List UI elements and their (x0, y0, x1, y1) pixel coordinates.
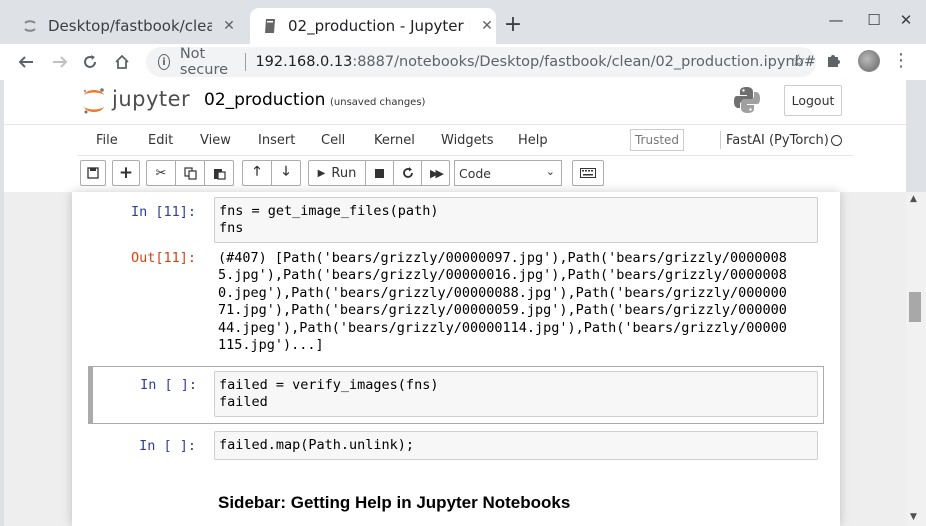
python-logo-icon (734, 87, 760, 113)
address-bar[interactable]: i Not secure 192.168.0.13:8887/notebooks… (146, 46, 816, 78)
command-palette-button[interactable] (572, 160, 604, 186)
scroll-up-arrow-icon[interactable]: ▲ (910, 194, 917, 204)
maximize-icon[interactable]: ☐ (864, 11, 884, 29)
code-cell[interactable]: In [11]: fns = get_image_files(path) fns… (88, 192, 824, 362)
stop-icon (375, 168, 384, 178)
page-content: jupyter 02_production (unsaved changes) … (4, 80, 906, 526)
page-scrollbar[interactable]: ▲ ▼ (906, 192, 926, 526)
menu-insert[interactable]: Insert (258, 133, 295, 148)
menu-kernel[interactable]: Kernel (374, 133, 415, 148)
notebook-toolbar: + ✂ 🡑 🡓 ▶ Run ▶▶ Code ⌄ (78, 160, 854, 186)
move-down-button[interactable]: 🡓 (271, 160, 301, 186)
output-prompt: Out[11]: (130, 250, 196, 266)
code-cell[interactable]: In [ ]: failed.map(Path.unlink); (88, 428, 824, 468)
cell-output: (#407) [Path('bears/grizzly/00000097.jpg… (218, 250, 787, 354)
play-icon: ▶ (317, 167, 326, 179)
code-input[interactable]: fns = get_image_files(path) fns (214, 197, 818, 243)
menu-edit[interactable]: Edit (148, 133, 173, 148)
notebook-menubar: File Edit View Insert Cell Kernel Widget… (78, 125, 854, 155)
copy-icon (183, 166, 197, 180)
menu-help[interactable]: Help (518, 133, 548, 148)
keyboard-icon (580, 168, 596, 178)
close-window-icon[interactable]: ✕ (896, 11, 916, 29)
browser-tab-strip: Desktop/fastbook/clean/ ✕ 02_production … (0, 0, 926, 44)
back-arrow-icon[interactable] (14, 50, 38, 74)
save-button[interactable] (80, 160, 106, 186)
tab-02-production[interactable]: 02_production - Jupyter N ✕ (250, 8, 496, 44)
reload-icon[interactable] (78, 50, 102, 74)
cell-type-select[interactable]: Code ⌄ (454, 160, 562, 186)
forward-arrow-icon[interactable] (48, 50, 72, 74)
code-input[interactable]: failed = verify_images(fns) failed (214, 371, 818, 417)
move-up-button[interactable]: 🡑 (242, 160, 272, 186)
menu-widgets[interactable]: Widgets (441, 133, 494, 148)
url-host: 192.168.0.13 (255, 54, 353, 70)
paste-button[interactable] (204, 160, 234, 186)
save-icon (87, 167, 99, 179)
scrollbar-thumb[interactable] (909, 292, 921, 322)
divider (78, 155, 854, 156)
close-icon[interactable]: ✕ (478, 18, 496, 34)
interrupt-button[interactable] (365, 160, 394, 186)
code-input[interactable]: failed.map(Path.unlink); (214, 431, 818, 460)
scroll-down-arrow-icon[interactable]: ▼ (910, 512, 917, 522)
notebook-name[interactable]: 02_production (204, 90, 325, 110)
home-icon[interactable] (110, 50, 134, 74)
arrow-down-icon: 🡓 (282, 164, 290, 179)
browser-toolbar: i Not secure 192.168.0.13:8887/notebooks… (0, 44, 926, 80)
divider (720, 131, 721, 149)
kebab-menu-icon[interactable]: ⋮ (892, 50, 910, 71)
trusted-indicator[interactable]: Trusted (630, 129, 684, 151)
scissors-icon: ✂ (155, 165, 167, 181)
notebook-favicon-icon (262, 18, 278, 34)
restart-icon (402, 167, 413, 178)
profile-avatar[interactable] (858, 50, 880, 72)
arrow-up-icon: 🡑 (253, 164, 261, 179)
chevron-down-icon: ⌄ (545, 165, 555, 178)
logout-button[interactable]: Logout (784, 85, 842, 116)
url-path: :8887/notebooks/Desktop/fastbook/clean/0… (352, 54, 816, 70)
jupyter-favicon-icon (22, 18, 38, 34)
bookmark-star-icon[interactable]: ☆ (791, 51, 806, 71)
jupyter-logo-text: jupyter (112, 87, 191, 111)
copy-button[interactable] (175, 160, 205, 186)
markdown-heading: Sidebar: Getting Help in Jupyter Noteboo… (218, 493, 571, 512)
cut-button[interactable]: ✂ (146, 160, 176, 186)
notebook-container: In [11]: fns = get_image_files(path) fns… (72, 192, 840, 526)
input-prompt: In [11]: (130, 204, 196, 220)
restart-run-all-button[interactable]: ▶▶ (421, 160, 450, 186)
menu-view[interactable]: View (200, 133, 231, 148)
run-button[interactable]: ▶ Run (308, 160, 366, 186)
restart-button[interactable] (393, 160, 422, 186)
tab-title: Desktop/fastbook/clean/ (48, 17, 212, 35)
cell-type-value: Code (459, 165, 492, 181)
kernel-status-indicator (831, 135, 842, 146)
close-icon[interactable]: ✕ (220, 18, 238, 34)
security-status: Not secure (179, 46, 229, 78)
info-icon[interactable]: i (158, 54, 170, 70)
minimize-icon[interactable]: — (826, 11, 846, 29)
save-status: (unsaved changes) (330, 97, 426, 108)
jupyter-logo-icon[interactable] (82, 87, 106, 115)
divider (244, 53, 246, 71)
plus-icon: + (118, 163, 134, 183)
insert-cell-button[interactable]: + (112, 160, 140, 186)
kernel-name[interactable]: FastAI (PyTorch) (726, 133, 829, 148)
new-tab-button[interactable]: + (502, 14, 524, 36)
code-cell-selected[interactable]: In [ ]: failed = verify_images(fns) fail… (88, 366, 824, 424)
input-prompt: In [ ]: (140, 377, 197, 393)
menu-cell[interactable]: Cell (321, 133, 345, 148)
run-label: Run (331, 165, 357, 181)
fast-forward-icon: ▶▶ (430, 166, 444, 180)
jupyter-header: jupyter 02_production (unsaved changes) … (4, 80, 906, 192)
tab-desktop-fastbook[interactable]: Desktop/fastbook/clean/ ✕ (14, 8, 246, 44)
menu-file[interactable]: File (96, 133, 118, 148)
input-prompt: In [ ]: (139, 438, 196, 454)
tab-title: 02_production - Jupyter N (288, 17, 470, 35)
extensions-puzzle-icon[interactable] (826, 52, 842, 72)
paste-icon (213, 168, 226, 180)
